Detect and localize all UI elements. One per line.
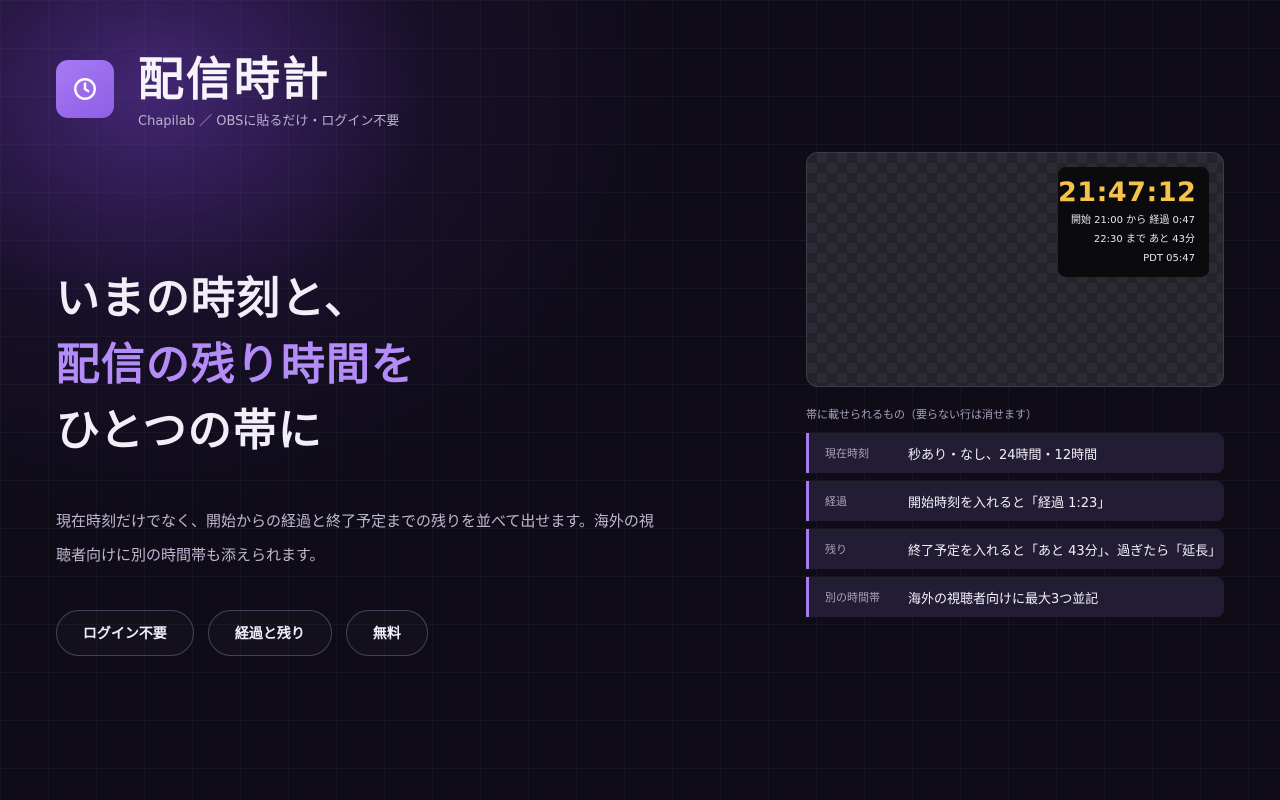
- feature-label: 経過: [825, 495, 847, 508]
- headline-line-1: いまの時刻と、: [56, 273, 370, 324]
- hero-description: 現在時刻だけでなく、開始からの経過と終了予定までの残りを並べて出せます。海外の視…: [56, 512, 654, 564]
- app-subtitle: Chapilab ／ OBSに貼るだけ・ログイン不要: [138, 114, 400, 129]
- clock-icon: [56, 60, 114, 118]
- feature-row-current-time: 現在時刻 秒あり・なし、24時間・12時間: [806, 433, 1224, 473]
- brand-header: 配信時計 Chapilab ／ OBSに貼るだけ・ログイン不要: [56, 50, 399, 129]
- feature-row-remaining: 残り 終了予定を入れると「あと 43分」、過ぎたら「延長」: [806, 529, 1224, 569]
- feature-label: 残り: [825, 543, 847, 556]
- overlay-remaining-line: 22:30 まで あと 43分: [1093, 234, 1195, 245]
- feature-value: 秒あり・なし、24時間・12時間: [908, 447, 1098, 463]
- headline-line-2: 配信の残り時間を: [56, 339, 416, 390]
- features-list: 現在時刻 秒あり・なし、24時間・12時間 経過 開始時刻を入れると「経過 1:…: [806, 433, 1224, 625]
- feature-label: 別の時間帯: [825, 591, 880, 604]
- feature-row-elapsed: 経過 開始時刻を入れると「経過 1:23」: [806, 481, 1224, 521]
- headline-line-3: ひとつの帯に: [56, 405, 323, 456]
- feature-label: 現在時刻: [825, 447, 869, 460]
- overlay-elapsed-line: 開始 21:00 から 経過 0:47: [1071, 215, 1195, 226]
- feature-value: 終了予定を入れると「あと 43分」、過ぎたら「延長」: [908, 543, 1222, 559]
- feature-value: 海外の視聴者向けに最大3つ並記: [908, 591, 1099, 607]
- badge-elapsed-remaining[interactable]: 経過と残り: [208, 610, 332, 656]
- feature-value: 開始時刻を入れると「経過 1:23」: [908, 495, 1111, 511]
- overlay-preview: 21:47:12 開始 21:00 から 経過 0:47 22:30 まで あと…: [806, 152, 1224, 387]
- feature-badges: ログイン不要 経過と残り 無料: [56, 610, 428, 656]
- features-caption: 帯に載せられるもの（要らない行は消せます）: [806, 408, 1037, 421]
- badge-no-login[interactable]: ログイン不要: [56, 610, 194, 656]
- hero-headline: いまの時刻と、 配信の残り時間を ひとつの帯に: [56, 266, 416, 464]
- clock-overlay: 21:47:12 開始 21:00 から 経過 0:47 22:30 まで あと…: [1058, 167, 1209, 277]
- app-title: 配信時計: [138, 52, 330, 106]
- feature-row-timezone: 別の時間帯 海外の視聴者向けに最大3つ並記: [806, 577, 1224, 617]
- overlay-current-time: 21:47:12: [1058, 177, 1197, 208]
- badge-free[interactable]: 無料: [346, 610, 428, 656]
- overlay-timezone-line: PDT 05:47: [1143, 253, 1195, 264]
